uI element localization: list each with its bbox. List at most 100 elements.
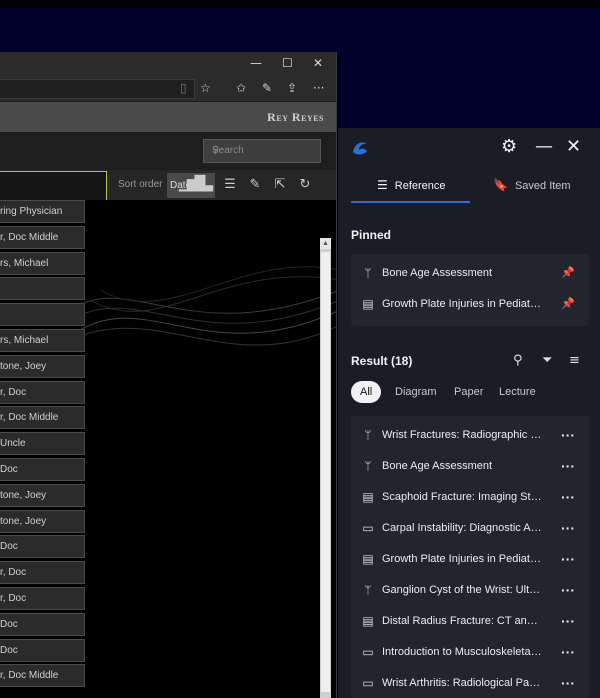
star-icon[interactable]: ☆	[200, 81, 211, 95]
tab-saved-item-label: Saved Item	[514, 180, 571, 192]
list-row[interactable]: Doc	[0, 612, 85, 636]
list-row[interactable]: tone, Joey	[0, 483, 85, 507]
edit-list-icon[interactable]: ✎	[244, 174, 266, 196]
list-row[interactable]: r, Doc Middle	[0, 225, 85, 249]
list-row[interactable]: tone, Joey	[0, 354, 85, 378]
vertical-scrollbar[interactable]: ▲	[320, 238, 331, 698]
more-options-icon[interactable]: ···	[561, 582, 575, 598]
list-row[interactable]: rs, Michael	[0, 251, 85, 275]
search-icon[interactable]: ⚲	[212, 145, 315, 156]
sort-order-label: Sort order	[118, 179, 163, 190]
diagram-icon: ᛘ	[364, 459, 372, 473]
list-row[interactable]: rs, Michael	[0, 329, 85, 352]
more-options-icon[interactable]: ···	[561, 427, 575, 443]
paper-icon: ▤	[362, 490, 374, 504]
results-item-label: Ganglion Cyst of the Wrist: Ultra...	[382, 584, 542, 596]
favorites-icon[interactable]: ✩	[236, 81, 246, 95]
results-item-label: Scaphoid Fracture: Imaging Stra...	[382, 491, 542, 503]
list-row[interactable]: tone, Joey	[0, 509, 85, 533]
sort-icon[interactable]: ≡	[569, 353, 580, 368]
more-options-icon[interactable]: ···	[561, 520, 575, 536]
pen-icon[interactable]: ✎	[262, 81, 272, 95]
address-bar[interactable]	[0, 79, 195, 99]
app-header: Rey Reyes	[0, 102, 336, 132]
list-icon: ☰	[377, 178, 388, 192]
list-row[interactable]: ring Physician	[0, 200, 85, 223]
list-row[interactable]: r, Doc	[0, 587, 85, 610]
list-row[interactable]: Doc	[0, 458, 85, 481]
paper-icon: ▤	[362, 297, 374, 311]
minimize-button[interactable]: —	[250, 56, 262, 70]
list-row[interactable]: r, Doc Middle	[0, 406, 85, 430]
patient-list: ring Physician r, Doc Middle rs, Michael rs…	[0, 200, 336, 688]
results-item[interactable]: ᛘ Ganglion Cyst of the Wrist: Ultra... ···	[351, 575, 589, 606]
list-row[interactable]: Uncle	[0, 432, 85, 456]
paper-icon: ▤	[362, 614, 374, 628]
scroll-thumb[interactable]	[321, 252, 330, 692]
tab-saved-item[interactable]: 🔖 Saved Item	[493, 172, 593, 203]
filter-chip-paper[interactable]: Paper	[454, 381, 483, 403]
filter-chip-lecture[interactable]: Lecture	[499, 381, 536, 403]
pin-icon[interactable]: 📌	[561, 297, 575, 310]
refresh-icon[interactable]: ↻	[294, 174, 316, 196]
more-options-icon[interactable]: ···	[561, 675, 575, 691]
video-icon: ▭	[362, 676, 374, 690]
results-item[interactable]: ▭ Introduction to Musculoskeletal... ···	[351, 637, 589, 668]
list-row[interactable]: r, Doc Middle	[0, 664, 85, 688]
more-options-icon[interactable]: ···	[561, 613, 575, 629]
diagram-icon: ᛘ	[364, 266, 372, 280]
search-icon[interactable]: ⚲	[513, 353, 523, 368]
list-row[interactable]	[0, 303, 85, 327]
more-options-icon[interactable]: ···	[561, 489, 575, 505]
pinned-card: ᛘ Bone Age Assessment 📌 ▤ Growth Plate Injur…	[351, 254, 589, 326]
pinned-item[interactable]: ᛘ Bone Age Assessment 📌	[351, 258, 589, 289]
share-icon[interactable]: ⇪	[287, 81, 297, 95]
gear-icon[interactable]: ⚙	[501, 137, 517, 157]
panel-tabs: ☰ Reference 🔖 Saved Item	[338, 172, 600, 203]
export-icon[interactable]: ⇱	[269, 174, 291, 196]
video-icon: ▭	[362, 521, 374, 535]
sort-date-button[interactable]: Date ▁▆█▃	[167, 173, 215, 198]
pinned-item[interactable]: ▤ Growth Plate Injuries in Pediatrics 📌	[351, 289, 589, 320]
results-item[interactable]: ᛘ Bone Age Assessment ···	[351, 451, 589, 482]
panel-header: ⚙ — ✕	[338, 128, 600, 168]
more-icon[interactable]: ···	[313, 81, 324, 95]
tab-reference-label: Reference	[394, 180, 446, 192]
more-options-icon[interactable]: ···	[561, 644, 575, 660]
browser-toolbar: ▯ ☆ ✩ ✎ ⇪ ···	[0, 77, 336, 102]
paper-icon: ▤	[362, 552, 374, 566]
list-row[interactable]: r, Doc	[0, 561, 85, 585]
list-row[interactable]	[0, 277, 85, 301]
results-item-label: Growth Plate Injuries in Pediatrics	[382, 553, 542, 565]
results-item[interactable]: ᛘ Wrist Fractures: Radiographic Ev... ···	[351, 420, 589, 451]
filter-chip-all[interactable]: All	[351, 381, 382, 403]
results-item[interactable]: ▤ Growth Plate Injuries in Pediatrics ···	[351, 544, 589, 575]
result-title: Result (18)	[351, 354, 413, 368]
pin-icon[interactable]: 📌	[561, 266, 575, 279]
list-row[interactable]: Doc	[0, 535, 85, 559]
close-panel-icon[interactable]: ✕	[566, 137, 581, 157]
more-options-icon[interactable]: ···	[561, 458, 575, 474]
app-logo-icon	[353, 142, 367, 155]
pinned-item-label: Growth Plate Injuries in Pediatrics	[382, 298, 542, 310]
reader-icon[interactable]: ▯	[180, 81, 187, 95]
sort-toolbar: Sort order Date ▁▆█▃ ☰ ✎ ⇱ ↻	[0, 170, 336, 201]
search-input[interactable]: Search ⚲	[203, 139, 321, 163]
list-row[interactable]: Doc	[0, 638, 85, 662]
scroll-up-icon[interactable]: ▲	[320, 238, 331, 249]
results-item[interactable]: ▭ Wrist Arthritis: Radiological Patt... ··…	[351, 668, 589, 698]
close-button[interactable]: ✕	[313, 56, 323, 70]
filter-field[interactable]	[0, 171, 107, 201]
list-row[interactable]: r, Doc	[0, 380, 85, 404]
results-item[interactable]: ▤ Distal Radius Fracture: CT and X... ···	[351, 606, 589, 637]
bar-sort-icon: ▁▆█▃	[178, 176, 213, 192]
maximize-button[interactable]: ☐	[282, 56, 293, 70]
tab-reference[interactable]: ☰ Reference	[351, 172, 470, 203]
list-view-icon[interactable]: ☰	[219, 174, 241, 196]
filter-chip-diagram[interactable]: Diagram	[395, 381, 437, 403]
results-item[interactable]: ▭ Carpal Instability: Diagnostic Ap... ···	[351, 513, 589, 544]
filter-icon[interactable]: ⏷	[542, 353, 552, 368]
results-item[interactable]: ▤ Scaphoid Fracture: Imaging Stra... ···	[351, 482, 589, 513]
minimize-panel-icon[interactable]: —	[535, 137, 553, 157]
more-options-icon[interactable]: ···	[561, 551, 575, 567]
